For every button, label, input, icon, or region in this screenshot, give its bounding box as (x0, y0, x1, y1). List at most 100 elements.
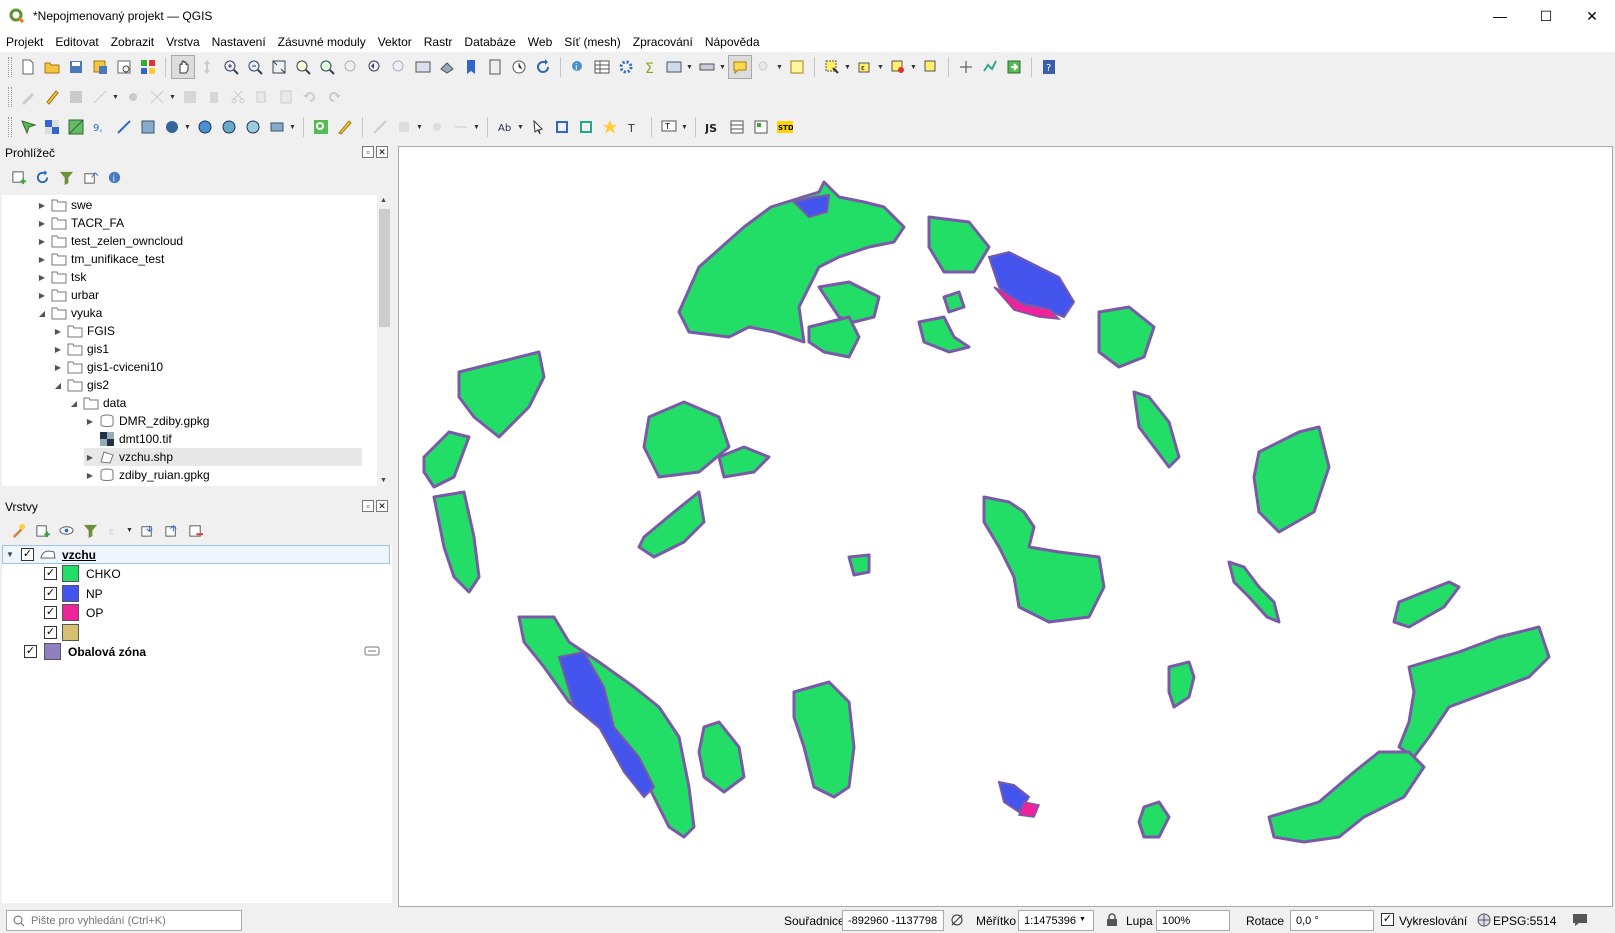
pin-labels-icon[interactable] (526, 115, 550, 139)
crs-globe-icon[interactable] (1477, 913, 1491, 927)
category-checkbox[interactable]: ✓ (44, 626, 57, 639)
protected-area[interactable] (1267, 750, 1426, 844)
add-selected-layers-icon[interactable] (6, 165, 30, 189)
toolbar-handle[interactable] (8, 57, 12, 77)
close-panel-icon[interactable]: ✕ (376, 500, 388, 512)
expand-all-icon[interactable] (135, 518, 159, 542)
close-panel-icon[interactable]: ✕ (376, 146, 388, 158)
undo-icon[interactable] (298, 85, 322, 109)
chevron-right-icon[interactable]: ▶ (36, 201, 48, 210)
protected-area[interactable] (1397, 625, 1551, 759)
browser-item[interactable]: ▶ gis1-cviceni10 (52, 358, 163, 376)
gps-icon[interactable] (978, 55, 1002, 79)
rotate-label-icon[interactable] (574, 115, 598, 139)
reshape-icon[interactable] (449, 115, 473, 139)
copy-icon[interactable] (250, 85, 274, 109)
plugin-edit-icon[interactable] (333, 115, 357, 139)
rotation-field[interactable]: 0,0 ° (1290, 910, 1374, 931)
add-vector-layer-icon[interactable] (16, 115, 40, 139)
save-edits-icon[interactable] (64, 85, 88, 109)
collapse-all-icon[interactable] (78, 165, 102, 189)
open-table-dropdown-icon[interactable]: ▼ (686, 64, 695, 71)
browser-item[interactable]: ▶ urbar (36, 286, 99, 304)
plugin-icon[interactable] (1002, 55, 1026, 79)
identify-features-icon[interactable]: i (566, 55, 590, 79)
new-layer-dropdown-icon[interactable]: ▼ (289, 124, 298, 131)
properties-info-icon[interactable]: i (102, 165, 126, 189)
browser-item[interactable]: ▶ TACR_FA (36, 214, 124, 232)
new-3d-view-icon[interactable] (435, 55, 459, 79)
menu-vektor[interactable]: Vektor (372, 35, 418, 49)
chevron-down-icon[interactable]: ◢ (52, 381, 64, 390)
search-features-dropdown-icon[interactable]: ▼ (776, 64, 785, 71)
add-delimited-text-icon[interactable]: 9, (88, 115, 112, 139)
protected-area[interactable] (927, 215, 991, 274)
protected-area[interactable] (917, 315, 971, 354)
menu-rastr[interactable]: Rastr (418, 35, 459, 49)
layer-group-vzchu[interactable]: ▼ ✓ vzchu (2, 545, 390, 564)
browser-item[interactable]: ▶ tsk (36, 268, 86, 286)
expand-arrow-icon[interactable]: ▼ (3, 550, 17, 559)
add-raster-layer-icon[interactable] (40, 115, 64, 139)
temporal-controller-icon[interactable] (507, 55, 531, 79)
category-np[interactable]: ✓ NP (44, 584, 103, 603)
browser-item[interactable]: ▶ swe (36, 196, 92, 214)
statistics-icon[interactable]: Σ (638, 55, 662, 79)
browser-item[interactable]: ▶ vzchu.shp (84, 448, 362, 466)
add-group-icon[interactable] (30, 518, 54, 542)
chevron-right-icon[interactable]: ▶ (84, 471, 96, 480)
browser-scrollbar[interactable]: ▲ ▼ (377, 195, 392, 486)
scroll-up-icon[interactable]: ▲ (380, 197, 387, 204)
browser-item[interactable]: ◢ data (68, 394, 126, 412)
zoom-in-icon[interactable] (219, 55, 243, 79)
add-spatialite-icon[interactable] (136, 115, 160, 139)
show-bookmarks-icon[interactable] (483, 55, 507, 79)
filter-expression-dropdown-icon[interactable]: ▼ (126, 527, 135, 534)
zoom-full-icon[interactable] (267, 55, 291, 79)
change-label-icon[interactable]: T (622, 115, 646, 139)
category-other[interactable]: ✓ (44, 623, 86, 642)
category-chko[interactable]: ✓ CHKO (44, 564, 121, 583)
map-features[interactable] (399, 147, 1612, 906)
protected-area[interactable] (807, 315, 861, 359)
table-view-icon[interactable] (725, 115, 749, 139)
zoom-to-layer-icon[interactable] (315, 55, 339, 79)
menu-vrstva[interactable]: Vrstva (160, 35, 206, 49)
measure-icon[interactable] (695, 55, 719, 79)
protected-area[interactable] (642, 400, 731, 479)
protected-area[interactable] (982, 495, 1106, 624)
layout-icon[interactable] (749, 115, 773, 139)
move-label-icon[interactable] (550, 115, 574, 139)
attribute-table-icon[interactable] (590, 55, 614, 79)
messages-icon[interactable] (1571, 912, 1589, 928)
collapse-all-layers-icon[interactable] (159, 518, 183, 542)
category-op[interactable]: ✓ OP (44, 603, 103, 622)
coordinate-field[interactable]: -892960 -1137798 (842, 910, 944, 931)
zoom-last-icon[interactable] (363, 55, 387, 79)
advanced-digitize-icon[interactable] (368, 115, 392, 139)
locator-search-input[interactable]: Pište pro vyhledání (Ctrl+K) (6, 910, 242, 931)
new-bookmark-icon[interactable] (459, 55, 483, 79)
style-manager-icon[interactable] (136, 55, 160, 79)
open-styling-icon[interactable] (6, 518, 30, 542)
menu-zasuvne-moduly[interactable]: Zásuvné moduly (272, 35, 372, 49)
chevron-right-icon[interactable]: ▶ (84, 417, 96, 426)
add-db-dropdown-icon[interactable]: ▼ (184, 124, 193, 131)
toggle-coord-icon[interactable] (950, 913, 964, 927)
zoom-native-icon[interactable] (339, 55, 363, 79)
processing-toolbox-icon[interactable] (614, 55, 638, 79)
chevron-right-icon[interactable]: ▶ (36, 255, 48, 264)
help-icon[interactable]: ? (1037, 55, 1061, 79)
protected-area[interactable] (1227, 560, 1281, 624)
add-feature-icon[interactable] (88, 85, 112, 109)
category-checkbox[interactable]: ✓ (44, 587, 57, 600)
minimize-button[interactable]: — (1477, 0, 1523, 32)
protected-area[interactable] (457, 350, 546, 439)
add-wfs-icon[interactable] (217, 115, 241, 139)
browser-item[interactable]: ▶ test_zelen_owncloud (36, 232, 183, 250)
deselect-dropdown-icon[interactable]: ▼ (910, 64, 919, 71)
browser-item[interactable]: ▶ tm_unifikace_test (36, 250, 164, 268)
remove-layer-icon[interactable] (183, 518, 207, 542)
menu-sit-mesh[interactable]: Síť (mesh) (558, 35, 627, 49)
layer-checkbox[interactable]: ✓ (21, 548, 34, 561)
